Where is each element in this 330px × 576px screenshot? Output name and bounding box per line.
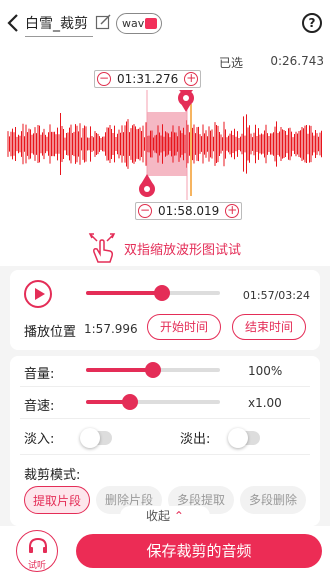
preview-button[interactable]: 试听: [16, 530, 58, 572]
header: 白雪_裁剪 wav ?: [0, 0, 330, 46]
playback-knob[interactable]: [154, 285, 171, 301]
format-selector[interactable]: wav: [116, 13, 162, 34]
format-label: wav: [122, 17, 145, 30]
chevron-up-icon: ⌃: [173, 509, 184, 523]
save-button[interactable]: 保存裁剪的音频: [76, 534, 322, 568]
start-time-box: − 01:31.276 +: [94, 70, 202, 88]
end-minus-button[interactable]: −: [138, 204, 152, 218]
speed-knob[interactable]: [122, 394, 139, 410]
divider: [20, 386, 310, 387]
fade-in-label: 淡入:: [24, 432, 55, 447]
set-end-button[interactable]: 结束时间: [232, 314, 306, 340]
position-value: 1:57.996: [84, 322, 138, 336]
play-icon[interactable]: [24, 280, 52, 308]
footer: 试听 保存裁剪的音频: [0, 526, 330, 576]
end-plus-button[interactable]: +: [225, 204, 240, 218]
volume-knob[interactable]: [145, 362, 161, 378]
speed-value: x1.00: [248, 396, 282, 410]
selected-label: 已选: [218, 56, 243, 70]
mode-label: 裁剪模式:: [24, 468, 81, 483]
start-time-value[interactable]: 01:31.276: [113, 71, 182, 87]
headphones-icon: [29, 538, 47, 553]
position-label: 播放位置: [24, 325, 77, 340]
mode-multi-delete[interactable]: 多段删除: [240, 486, 306, 514]
set-start-button[interactable]: 开始时间: [147, 314, 221, 340]
playback-progress: [86, 291, 163, 295]
pinch-gesture-icon: [88, 233, 116, 263]
divider: [20, 418, 310, 419]
hint-text: 双指缩放波形图试试: [124, 242, 242, 258]
start-plus-button[interactable]: +: [184, 72, 199, 86]
speed-slider[interactable]: [86, 394, 220, 410]
zoom-hint: 双指缩放波形图试试: [88, 232, 241, 264]
settings-card: 音量: 100% 音速: x1.00 淡入: 淡出: 裁剪模式: 提取片段 删除…: [10, 356, 320, 526]
divider: [20, 454, 310, 455]
fade-out-toggle[interactable]: [228, 428, 260, 448]
playback-card: 01:57/03:24 播放位置 1:57.996 开始时间 结束时间: [10, 270, 320, 350]
volume-slider[interactable]: [86, 362, 220, 378]
playback-slider[interactable]: [86, 285, 220, 301]
speed-label: 音速:: [24, 399, 55, 414]
fade-out-label: 淡出:: [180, 432, 211, 447]
collapse-button[interactable]: 收起 ⌃: [120, 506, 210, 526]
end-time-value[interactable]: 01:58.019: [154, 203, 223, 219]
fade-in-toggle[interactable]: [80, 428, 112, 448]
edit-icon[interactable]: [95, 14, 111, 30]
volume-fill: [86, 368, 153, 372]
end-time-box: − 01:58.019 +: [135, 202, 243, 220]
volume-value: 100%: [248, 364, 283, 378]
swap-icon: [145, 18, 157, 29]
collapse-label: 收起: [146, 509, 171, 523]
playback-time: 01:57/03:24: [242, 289, 310, 302]
mode-extract[interactable]: 提取片段: [24, 486, 90, 514]
back-arrow-icon[interactable]: [4, 12, 22, 34]
file-title[interactable]: 白雪_裁剪: [25, 13, 93, 37]
selected-duration: 0:26.743: [270, 54, 324, 68]
volume-label: 音量:: [24, 367, 55, 382]
waveform-editor[interactable]: [0, 90, 330, 200]
help-icon[interactable]: ?: [302, 13, 322, 33]
preview-label: 试听: [27, 561, 46, 571]
start-minus-button[interactable]: −: [97, 72, 111, 86]
